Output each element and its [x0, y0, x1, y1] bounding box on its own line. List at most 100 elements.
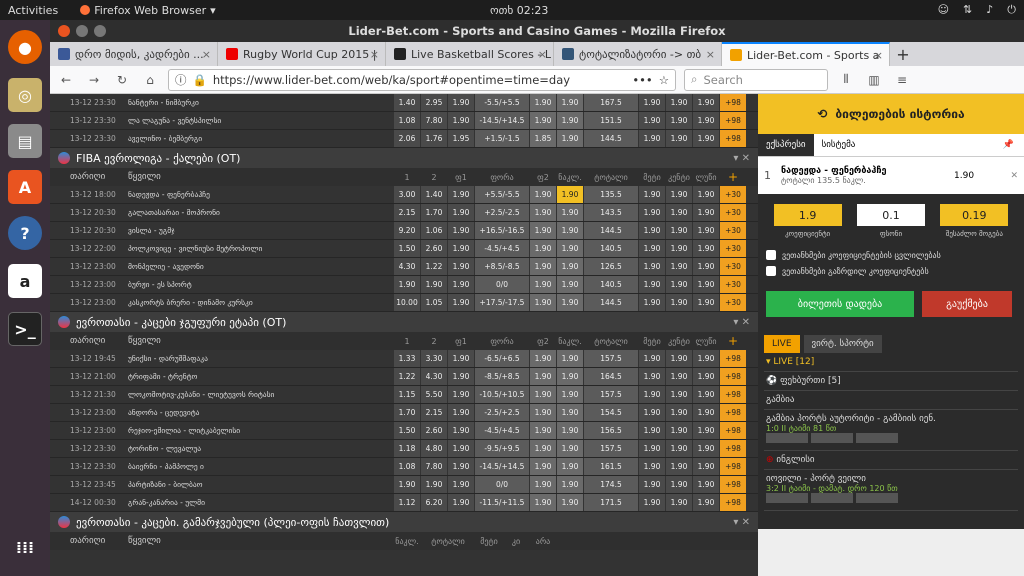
odds-cell[interactable]: +98	[720, 404, 746, 421]
odds-cell[interactable]: 1.90	[693, 276, 719, 293]
odds-cell[interactable]: 1.90	[666, 422, 692, 439]
collapse-icon[interactable]: ▾ ✕	[733, 517, 750, 528]
odds-cell[interactable]: 1.90	[666, 258, 692, 275]
odds-cell[interactable]: +30	[720, 222, 746, 239]
odds-cell[interactable]: +98	[720, 94, 746, 111]
odds-cell[interactable]: 1.90	[639, 368, 665, 385]
clock[interactable]: ოთხ 02:23	[490, 4, 548, 17]
close-icon[interactable]: ×	[874, 49, 883, 62]
odds-cell[interactable]: +98	[720, 476, 746, 493]
match-teams[interactable]: ბურჟი - ეს სპორტ	[128, 280, 394, 289]
odds-cell[interactable]: 1.90	[666, 476, 692, 493]
odds-cell[interactable]: 1.90	[557, 204, 583, 221]
terminal-launcher-icon[interactable]: >_	[8, 312, 42, 346]
odds-cell[interactable]: +98	[720, 386, 746, 403]
odds-cell[interactable]: 4.80	[421, 440, 447, 457]
odds-cell[interactable]: 1.90	[666, 240, 692, 257]
url-bar[interactable]: ⓘ 🔒 https://www.lider-bet.com/web/ka/spor…	[168, 68, 676, 91]
search-input[interactable]: ⌕ Search	[684, 68, 828, 91]
help-launcher-icon[interactable]: ?	[8, 216, 42, 250]
odds-cell[interactable]: 1.90	[693, 494, 719, 511]
odds-cell[interactable]: 1.50	[394, 240, 420, 257]
firefox-launcher-icon[interactable]: ●	[8, 30, 42, 64]
odds-cell[interactable]: 1.90	[666, 276, 692, 293]
odds-cell[interactable]: 1.90	[666, 440, 692, 457]
odds-cell[interactable]: 1.90	[693, 130, 719, 147]
odds-cell[interactable]: +2.5/-2.5	[475, 204, 529, 221]
maximize-button[interactable]	[94, 25, 106, 37]
odds-cell[interactable]: +1.5/-1.5	[475, 130, 529, 147]
match-teams[interactable]: ლა ლაგუნა - ვენტსპილსი	[128, 116, 394, 125]
odds-cell[interactable]: 1.90	[666, 186, 692, 203]
match-teams[interactable]: კასკორტს ბრერი - დინამო კურსკი	[128, 298, 394, 307]
odds-cell[interactable]: 2.60	[421, 422, 447, 439]
odds-cell[interactable]: 1.85	[530, 130, 556, 147]
odds-cell[interactable]: 1.90	[693, 94, 719, 111]
lock-icon[interactable]: 🔒	[193, 73, 207, 87]
collapse-icon[interactable]: ▾ ✕	[733, 317, 750, 328]
odds-cell[interactable]: -6.5/+6.5	[475, 350, 529, 367]
odds-cell[interactable]: 126.5	[584, 258, 638, 275]
odds-cell[interactable]: +98	[720, 368, 746, 385]
odds-cell[interactable]: +98	[720, 494, 746, 511]
odds-cell[interactable]: 1.90	[666, 386, 692, 403]
tab-express[interactable]: ექსპრესი	[758, 134, 814, 156]
odds-cell[interactable]: 1.90	[394, 476, 420, 493]
odds-cell[interactable]: 1.08	[394, 112, 420, 129]
odds-cell[interactable]: 1.90	[639, 350, 665, 367]
odds-cell[interactable]: +98	[720, 458, 746, 475]
odds-cell[interactable]: 1.90	[639, 276, 665, 293]
odds-cell[interactable]: 9.20	[394, 222, 420, 239]
amazon-launcher-icon[interactable]: a	[8, 264, 42, 298]
odds-cell[interactable]: 1.90	[530, 258, 556, 275]
odds-cell[interactable]: 1.90	[530, 440, 556, 457]
odds-cell[interactable]: 1.90	[639, 386, 665, 403]
odds-cell[interactable]: 1.90	[557, 422, 583, 439]
league-header[interactable]: ევროთასი - კაცები. გამარჯვებული (პლეი-ოფ…	[50, 512, 758, 532]
odds-cell[interactable]: 1.90	[666, 112, 692, 129]
odds-cell[interactable]: 171.5	[584, 494, 638, 511]
odds-cell[interactable]: 164.5	[584, 368, 638, 385]
odds-cell[interactable]: 1.90	[448, 386, 474, 403]
odds-cell[interactable]: 1.90	[666, 458, 692, 475]
market-button[interactable]	[766, 433, 808, 443]
browser-tab[interactable]: Rugby World Cup 2015 | ×	[218, 42, 386, 66]
odds-cell[interactable]: 1.90	[666, 404, 692, 421]
odds-cell[interactable]: 2.60	[421, 240, 447, 257]
market-button[interactable]	[856, 493, 898, 503]
odds-cell[interactable]: -4.5/+4.5	[475, 240, 529, 257]
back-icon[interactable]: ←	[56, 73, 76, 87]
odds-cell[interactable]: 1.90	[530, 204, 556, 221]
match-teams[interactable]: ნანტერი - ნიმბურკი	[128, 98, 394, 107]
odds-cell[interactable]: 1.90	[639, 476, 665, 493]
match-teams[interactable]: გრან-კანარია - ულმი	[128, 498, 394, 507]
odds-cell[interactable]: 1.90	[693, 240, 719, 257]
files-launcher-icon[interactable]: ▤	[8, 124, 42, 158]
odds-cell[interactable]: 1.90	[639, 112, 665, 129]
browser-tab[interactable]: დრო მიდის, კადრები ... ×	[50, 42, 218, 66]
match-teams[interactable]: რეჯიო-ემილია - ლიტკაბელისი	[128, 426, 394, 435]
odds-cell[interactable]: 1.90	[693, 112, 719, 129]
odds-cell[interactable]: 167.5	[584, 94, 638, 111]
odds-cell[interactable]: 1.90	[530, 240, 556, 257]
match-teams[interactable]: პარტიზანი - ბილბაო	[128, 480, 394, 489]
bookmark-star-icon[interactable]: ☆	[659, 73, 669, 87]
volume-icon[interactable]: ♪	[986, 3, 993, 17]
odds-cell[interactable]: -4.5/+4.5	[475, 422, 529, 439]
odds-cell[interactable]: 1.90	[394, 276, 420, 293]
odds-cell[interactable]: 2.95	[421, 94, 447, 111]
page-actions-icon[interactable]: •••	[632, 73, 652, 87]
odds-cell[interactable]: +30	[720, 294, 746, 311]
live-match[interactable]: იოვილი - პორტ ვეილი 3:2 II ტაიმი - დამატ.…	[764, 470, 1018, 511]
market-button[interactable]	[766, 493, 808, 503]
odds-cell[interactable]: +98	[720, 112, 746, 129]
browser-tab-active[interactable]: Lider-Bet.com - Sports a ×	[722, 42, 890, 66]
odds-cell[interactable]: 1.90	[693, 294, 719, 311]
odds-cell[interactable]: -14.5/+14.5	[475, 458, 529, 475]
browser-tab[interactable]: Live Basketball Scores - L ×	[386, 42, 554, 66]
pin-icon[interactable]: 📌	[1003, 140, 1014, 150]
odds-cell[interactable]: 144.5	[584, 294, 638, 311]
odds-cell[interactable]: 1.90	[693, 476, 719, 493]
odds-cell[interactable]: 1.90	[639, 186, 665, 203]
odds-cell[interactable]: 1.90	[639, 494, 665, 511]
